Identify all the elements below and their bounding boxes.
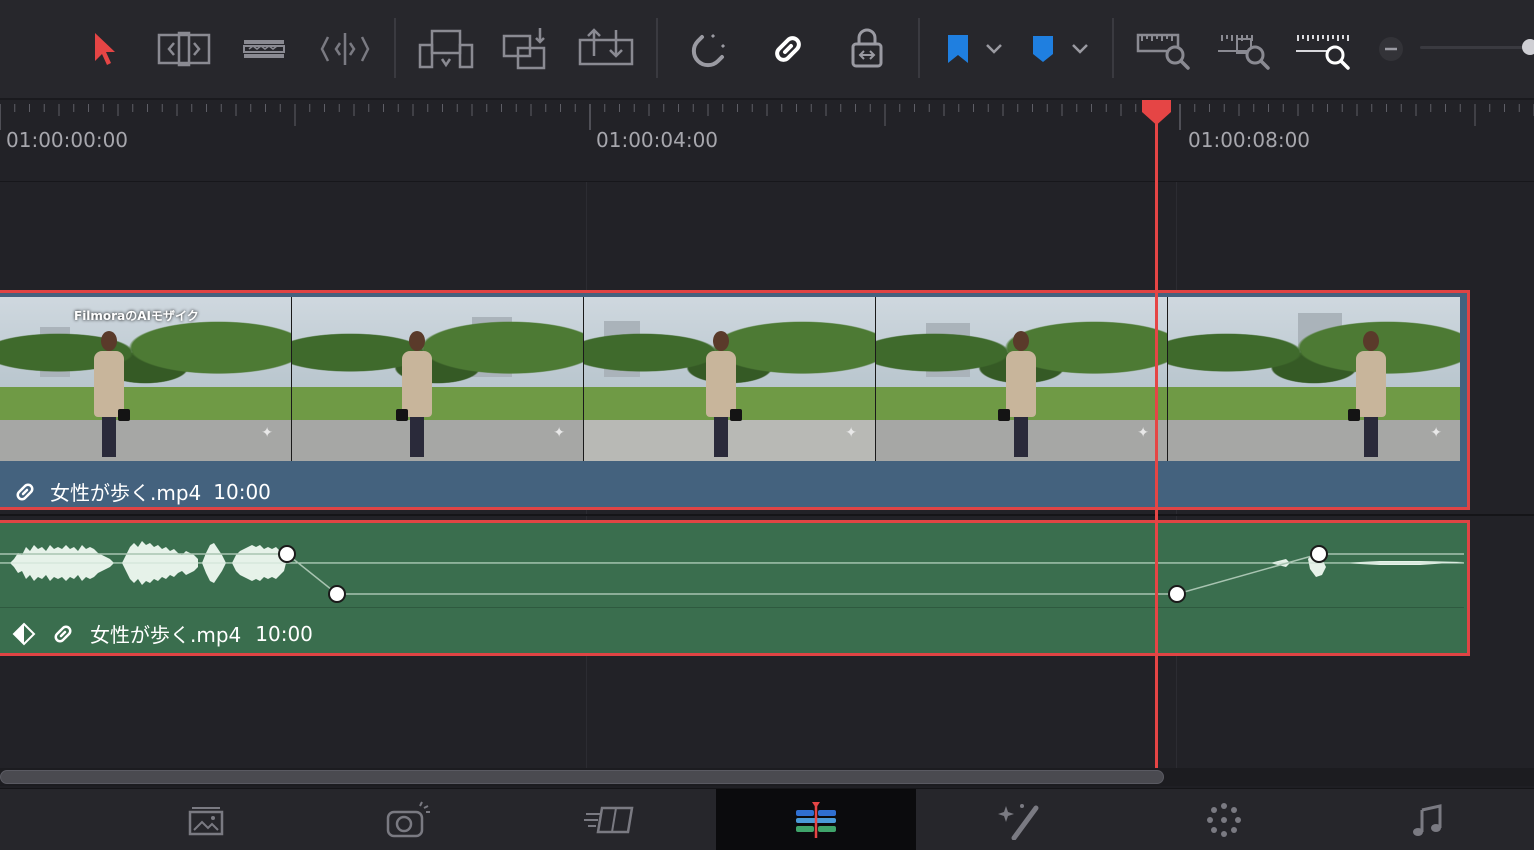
ruler-ticks	[0, 104, 1534, 130]
lock-icon	[851, 28, 883, 68]
link-icon	[775, 36, 801, 62]
zoom-out-button[interactable]	[1376, 24, 1406, 74]
zoom-slider-knob[interactable]	[1522, 39, 1534, 55]
page-tab-edit[interactable]	[510, 789, 710, 850]
arrow-pointer-icon	[95, 33, 115, 65]
video-overlay-text: FilmoraのAIモザイク	[74, 309, 199, 323]
audio-clip[interactable]: 女性が歩く.mp4 10:00	[0, 520, 1470, 656]
zoom-slider[interactable]	[1420, 39, 1534, 55]
chevron-down-icon	[1072, 44, 1088, 54]
timeline-tracks: FilmoraのAIモザイク ✦ ✦ ✦ ✦ ✦ 女性が歩く.mp4 10:00…	[0, 182, 1534, 770]
custom-zoom-button[interactable]	[1292, 24, 1354, 74]
toolbar-separator	[1112, 18, 1114, 78]
video-thumbnail: ✦	[1168, 297, 1460, 461]
audio-clip-duration: 10:00	[255, 621, 313, 646]
audio-clip-label: 女性が歩く.mp4 10:00	[12, 619, 313, 648]
overwrite-clip-icon	[502, 28, 546, 70]
video-clip-duration: 10:00	[213, 479, 271, 504]
insert-clip-icon	[418, 29, 474, 69]
audio-clip-name: 女性が歩く.mp4	[90, 623, 242, 647]
toolbar-separator	[394, 18, 396, 78]
marker-button[interactable]	[1028, 24, 1058, 74]
sparkle-icon: ✦	[261, 425, 273, 441]
audio-divider	[0, 607, 1464, 608]
page-tab-timeline[interactable]	[716, 789, 916, 850]
dynamic-trim-mode-button[interactable]	[316, 24, 374, 74]
music-note-icon	[1413, 804, 1442, 836]
flag-dropdown[interactable]	[982, 24, 1006, 74]
trim-edit-mode-button[interactable]	[152, 24, 216, 74]
zoom-full-icon	[1136, 33, 1190, 70]
blade-edit-mode-button[interactable]	[238, 24, 290, 74]
link-icon	[54, 625, 72, 642]
video-clip-label: 女性が歩く.mp4 10:00	[12, 477, 271, 506]
cut-icon	[386, 801, 430, 838]
flag-icon	[948, 35, 968, 63]
scrollbar-thumb[interactable]	[0, 770, 1164, 784]
full-extent-zoom-button[interactable]	[1134, 24, 1194, 74]
video-clip-name: 女性が歩く.mp4	[50, 481, 202, 505]
volume-keyframe-curve	[0, 553, 1464, 595]
timeline-icon	[796, 802, 836, 838]
marker-dropdown[interactable]	[1068, 24, 1092, 74]
video-clip[interactable]: FilmoraのAIモザイク ✦ ✦ ✦ ✦ ✦ 女性が歩く.mp4 10:00	[0, 290, 1470, 510]
page-tab-fusion[interactable]	[920, 789, 1120, 850]
zoom-slider-track	[1420, 46, 1534, 49]
page-tab-media[interactable]	[106, 789, 306, 850]
blade-icon	[243, 40, 285, 58]
insert-clip-button[interactable]	[414, 24, 478, 74]
detail-zoom-button[interactable]	[1214, 24, 1274, 74]
video-thumbnail: ✦	[876, 297, 1168, 461]
magnet-icon	[691, 33, 726, 68]
timecode-label: 01:00:00:00	[6, 128, 129, 152]
flag-button[interactable]	[942, 24, 974, 74]
selection-mode-button[interactable]	[84, 24, 124, 74]
sparkle-icon: ✦	[845, 425, 857, 441]
position-lock-button[interactable]	[844, 24, 890, 74]
link-icon	[16, 483, 34, 500]
edit-icon	[584, 806, 634, 834]
toolbar-separator	[918, 18, 920, 78]
playhead[interactable]	[1155, 100, 1158, 768]
video-thumbnail: ✦	[292, 297, 584, 461]
zoom-custom-icon	[1296, 35, 1350, 70]
fusion-icon	[998, 804, 1039, 840]
trim-icon	[157, 31, 211, 67]
volume-keyframe[interactable]	[278, 545, 296, 563]
video-thumbnail: ✦	[584, 297, 876, 461]
page-tab-cut[interactable]	[308, 789, 508, 850]
minus-icon	[1379, 37, 1403, 61]
video-thumbnails: FilmoraのAIモザイク ✦ ✦ ✦ ✦ ✦	[0, 297, 1464, 461]
toolbar-separator	[656, 18, 658, 78]
playhead-handle[interactable]	[1140, 98, 1173, 126]
replace-clip-icon	[578, 28, 634, 66]
timeline-ruler[interactable]: 01:00:00:00 01:00:04:00 01:00:08:00	[0, 98, 1534, 182]
page-tab-color[interactable]	[1124, 789, 1324, 850]
volume-keyframe[interactable]	[328, 585, 346, 603]
replace-clip-button[interactable]	[574, 24, 638, 74]
sparkle-icon: ✦	[553, 425, 565, 441]
media-icon	[188, 807, 224, 836]
video-thumbnail: FilmoraのAIモザイク ✦	[0, 297, 292, 461]
linked-selection-button[interactable]	[766, 24, 810, 74]
zoom-detail-icon	[1218, 35, 1270, 70]
volume-keyframe[interactable]	[1168, 585, 1186, 603]
keyframe-diamond-icon[interactable]	[12, 622, 36, 646]
sparkle-icon: ✦	[1430, 425, 1442, 441]
timeline-toolbar	[0, 0, 1534, 98]
dynamic-trim-icon	[320, 33, 370, 65]
page-tab-fairlight[interactable]	[1328, 789, 1528, 850]
track-separator	[0, 514, 1534, 516]
snapping-button[interactable]	[686, 24, 734, 74]
overwrite-clip-button[interactable]	[498, 24, 554, 74]
volume-keyframe[interactable]	[1310, 545, 1328, 563]
sparkle-icon: ✦	[1137, 425, 1149, 441]
page-navigation-bar	[0, 788, 1534, 850]
color-icon	[1207, 803, 1241, 837]
timecode-label: 01:00:08:00	[1188, 128, 1311, 152]
marker-icon	[1033, 36, 1053, 62]
timeline-horizontal-scrollbar[interactable]	[0, 768, 1534, 786]
chevron-down-icon	[986, 44, 1002, 54]
timecode-label: 01:00:04:00	[596, 128, 719, 152]
